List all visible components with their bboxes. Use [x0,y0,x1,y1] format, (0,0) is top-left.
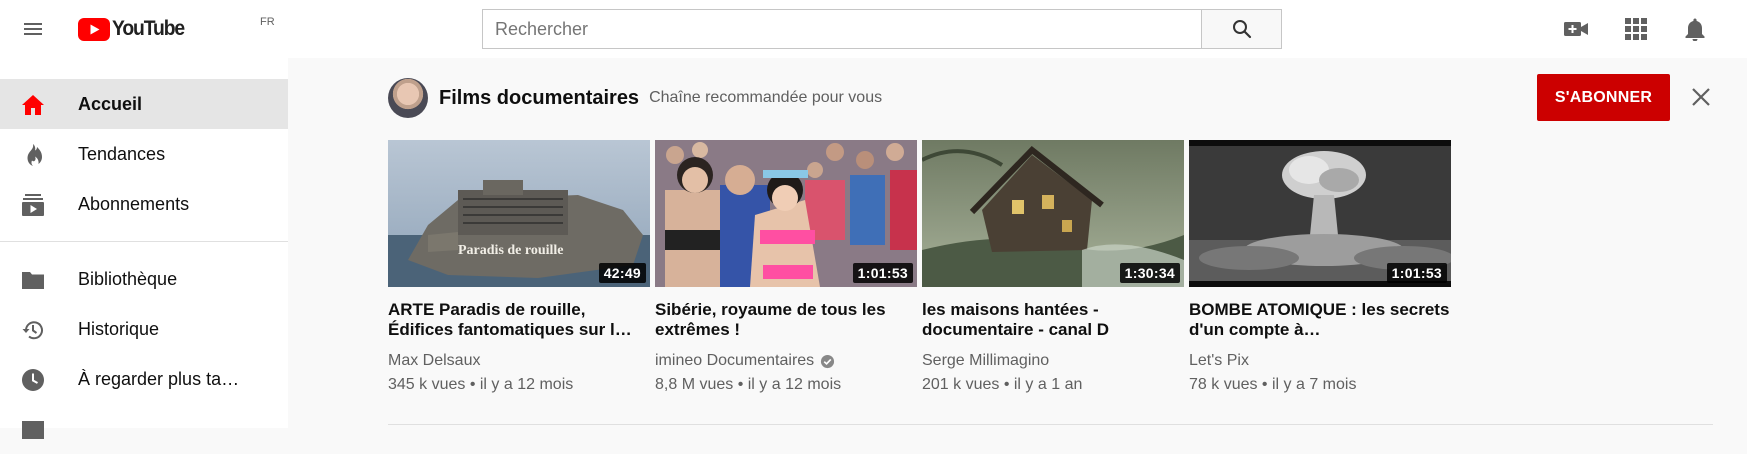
youtube-play-icon [78,17,110,41]
sidebar-item-library[interactable]: Bibliothèque [0,254,288,304]
sidebar: Accueil Tendances Abonnements Bibliothèq… [0,58,288,439]
logo-text: YouTube [112,17,185,40]
channel-avatar[interactable] [388,78,428,118]
video-title[interactable]: les maisons hantées - documentaire - can… [922,300,1184,340]
search-icon [1232,20,1251,39]
folder-icon [20,267,46,293]
flame-icon [20,142,46,168]
video-meta: 345 k vues • il y a 12 mois [388,376,574,393]
apps-grid-icon[interactable] [1620,13,1652,45]
video-meta: 201 k vues • il y a 1 an [922,376,1083,393]
video-channel-name[interactable]: Let's Pix [1189,352,1249,370]
video-duration: 1:30:34 [1119,263,1180,283]
video-title[interactable]: ARTE Paradis de rouille, Édifices fantom… [388,300,650,340]
sidebar-item-home[interactable]: Accueil [0,79,288,129]
region-label: FR [260,16,275,28]
search-box [482,9,1202,49]
search-button[interactable] [1201,9,1282,49]
sidebar-item-label: Historique [78,318,160,339]
history-icon [20,317,46,343]
subscriptions-icon [20,192,46,218]
video-card[interactable]: 1:01:53 Sibérie, royaume de tous les ext… [655,140,917,394]
video-channel[interactable]: Let's Pix [1189,352,1451,370]
youtube-logo[interactable]: YouTube FR [78,14,275,44]
video-card[interactable]: 1:30:34 les maisons hantées - documentai… [922,140,1184,394]
home-icon [20,92,46,118]
menu-icon[interactable] [10,9,56,49]
sidebar-divider [0,241,288,242]
video-channel-name[interactable]: Max Delsaux [388,352,480,370]
sidebar-item-history[interactable]: Historique [0,304,288,354]
shelf-header: Films documentaires Chaîne recommandée p… [388,78,882,118]
notifications-bell-icon[interactable] [1679,13,1711,45]
video-duration: 42:49 [598,263,646,283]
video-title[interactable]: BOMBE ATOMIQUE : les secrets d'un compte… [1189,300,1451,340]
video-meta: 78 k vues • il y a 7 mois [1189,376,1357,393]
video-card[interactable]: 1:01:53 BOMBE ATOMIQUE : les secrets d'u… [1189,140,1451,394]
clock-icon [20,367,46,393]
video-meta: 8,8 M vues • il y a 12 mois [655,376,842,393]
channel-name[interactable]: Films documentaires [439,87,639,110]
video-thumbnail[interactable]: 1:30:34 [922,140,1184,287]
shelf-divider [388,424,1713,425]
video-thumbnail[interactable]: 1:01:53 [655,140,917,287]
sidebar-item-label: À regarder plus ta… [78,368,240,389]
create-video-icon[interactable] [1560,13,1592,45]
close-icon[interactable] [1686,82,1716,112]
sidebar-item-subscriptions[interactable]: Abonnements [0,179,288,229]
video-title[interactable]: Sibérie, royaume de tous les extrêmes ! [655,300,917,340]
sidebar-item-label: Accueil [78,93,143,114]
sidebar-item-label: Bibliothèque [78,268,178,289]
thumbnail-caption: Paradis de rouille [458,243,564,258]
video-duration: 1:01:53 [1386,263,1447,283]
video-channel-name[interactable]: Serge Millimagino [922,352,1049,370]
video-thumbnail[interactable]: 1:01:53 [1189,140,1451,287]
video-thumbnail[interactable]: Paradis de rouille 42:49 [388,140,650,287]
video-duration: 1:01:53 [852,263,913,283]
sidebar-item-label: Tendances [78,143,166,164]
playlist-icon [20,417,46,443]
video-card[interactable]: Paradis de rouille 42:49 ARTE Paradis de… [388,140,650,394]
video-channel[interactable]: imineo Documentaires [655,352,917,370]
sidebar-item-label: Abonnements [78,193,190,214]
masthead: YouTube FR [0,0,1747,58]
sidebar-item-partial[interactable] [0,404,288,454]
video-channel[interactable]: Serge Millimagino [922,352,1184,370]
video-channel-name[interactable]: imineo Documentaires [655,352,814,370]
search-input[interactable] [495,18,1202,40]
verified-badge-icon [820,354,835,369]
sidebar-item-watch-later[interactable]: À regarder plus ta… [0,354,288,404]
shelf-subtitle: Chaîne recommandée pour vous [649,89,883,106]
video-channel[interactable]: Max Delsaux [388,352,650,370]
sidebar-item-trending[interactable]: Tendances [0,129,288,179]
subscribe-button[interactable]: S'ABONNER [1537,74,1670,121]
